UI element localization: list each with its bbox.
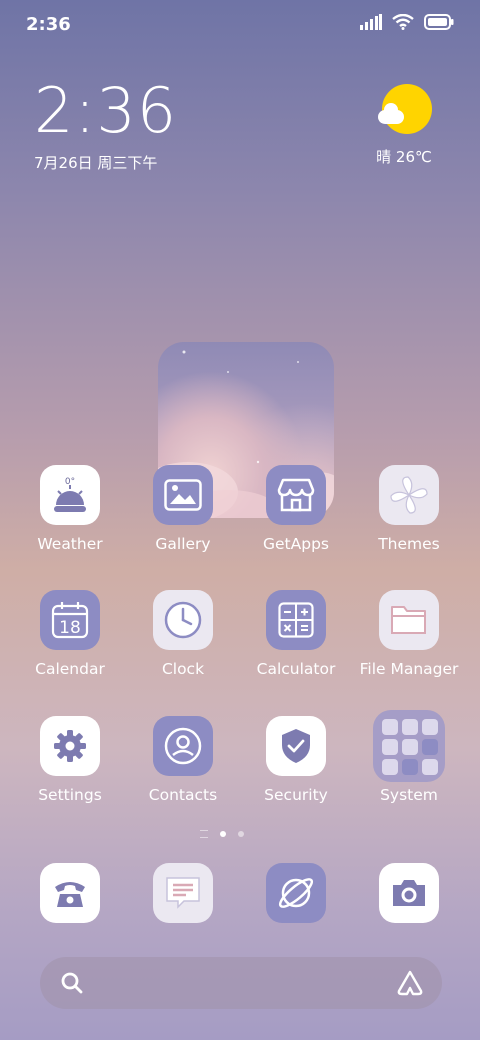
calculator-icon xyxy=(266,590,326,650)
dock-messages[interactable] xyxy=(153,863,213,923)
app-clock[interactable]: Clock xyxy=(128,590,238,678)
app-settings[interactable]: Settings xyxy=(15,716,125,804)
clock-icon xyxy=(153,590,213,650)
app-label: Clock xyxy=(161,660,205,678)
status-bar: 2:36 xyxy=(0,0,480,52)
messages-icon xyxy=(166,877,200,909)
battery-icon xyxy=(424,14,454,30)
app-themes[interactable]: Themes xyxy=(354,465,464,553)
app-security[interactable]: Security xyxy=(241,716,351,804)
dock-browser[interactable] xyxy=(266,863,326,923)
status-icons xyxy=(360,14,454,30)
page-dot xyxy=(238,831,244,837)
app-gallery[interactable]: Gallery xyxy=(128,465,238,553)
app-label: Themes xyxy=(378,535,440,553)
page-dot-active xyxy=(220,831,226,837)
app-label: Contacts xyxy=(148,786,218,804)
weather-text: 晴 26℃ xyxy=(376,148,432,166)
app-label: File Manager xyxy=(359,660,459,678)
contacts-icon xyxy=(153,716,213,776)
dock-camera[interactable] xyxy=(379,863,439,923)
app-label: Gallery xyxy=(155,535,211,553)
folder-grid-icon xyxy=(373,710,445,782)
app-label: Security xyxy=(264,786,328,804)
dock-phone[interactable] xyxy=(40,863,100,923)
shield-icon xyxy=(266,716,326,776)
weather-widget[interactable]: 晴 26℃ xyxy=(364,84,444,167)
search-icon xyxy=(61,972,83,994)
assistant-icon[interactable] xyxy=(396,969,424,997)
app-label: Calendar xyxy=(35,660,105,678)
menu-lines-icon xyxy=(200,830,208,838)
phone-icon xyxy=(55,882,85,907)
widget-time: 2:36 xyxy=(34,74,178,147)
app-calendar[interactable]: 18 Calendar xyxy=(15,590,125,678)
app-label: Weather xyxy=(37,535,103,553)
widget-date: 7月26日 周三下午 xyxy=(34,154,158,172)
app-file-manager[interactable]: File Manager xyxy=(354,590,464,678)
gear-icon xyxy=(40,716,100,776)
signal-icon xyxy=(360,14,382,30)
app-label: System xyxy=(380,786,438,804)
status-time: 2:36 xyxy=(26,14,71,35)
app-label: Settings xyxy=(38,786,102,804)
app-weather[interactable]: 0° Weather xyxy=(15,465,125,553)
app-contacts[interactable]: Contacts xyxy=(128,716,238,804)
themes-icon xyxy=(379,465,439,525)
clock-widget[interactable]: 2:36 7月26日 周三下午 xyxy=(34,76,177,173)
sunny-cloud-icon xyxy=(378,84,432,134)
gallery-icon xyxy=(153,465,213,525)
camera-icon xyxy=(393,880,425,906)
wifi-icon xyxy=(392,14,414,30)
calendar-icon: 18 xyxy=(40,590,100,650)
browser-icon xyxy=(278,878,314,908)
store-icon xyxy=(266,465,326,525)
search-bar[interactable] xyxy=(40,957,442,1009)
page-indicator[interactable] xyxy=(200,830,244,838)
weather-icon: 0° xyxy=(40,465,100,525)
app-system-folder[interactable]: System xyxy=(354,710,464,804)
calendar-day: 18 xyxy=(59,618,81,638)
folder-icon xyxy=(379,590,439,650)
app-label: GetApps xyxy=(263,535,329,553)
app-calculator[interactable]: Calculator xyxy=(241,590,351,678)
app-label: Calculator xyxy=(256,660,336,678)
app-getapps[interactable]: GetApps xyxy=(241,465,351,553)
